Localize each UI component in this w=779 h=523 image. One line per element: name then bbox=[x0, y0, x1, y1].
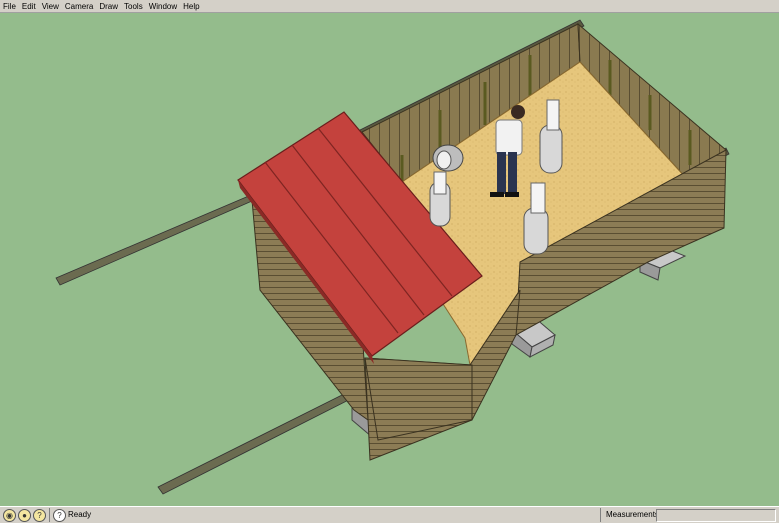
menu-file[interactable]: File bbox=[0, 2, 19, 11]
menu-bar: File Edit View Camera Draw Tools Window … bbox=[0, 0, 779, 13]
help-icon[interactable]: ? bbox=[33, 509, 46, 522]
menu-draw[interactable]: Draw bbox=[96, 2, 121, 11]
dish-object bbox=[432, 144, 464, 172]
geo-location-icon[interactable]: ◉ bbox=[3, 509, 16, 522]
menu-view[interactable]: View bbox=[39, 2, 62, 11]
menu-camera[interactable]: Camera bbox=[62, 2, 96, 11]
menu-help[interactable]: Help bbox=[180, 2, 202, 11]
instructor-icon[interactable]: ? bbox=[53, 509, 66, 522]
model-canvas[interactable] bbox=[0, 13, 779, 506]
model-viewport[interactable] bbox=[0, 13, 779, 506]
status-text: Ready bbox=[68, 510, 92, 519]
measurements-input[interactable] bbox=[656, 509, 776, 522]
status-bar: ◉ ● ? ? Ready Measurements bbox=[0, 506, 779, 523]
credits-icon[interactable]: ● bbox=[18, 509, 31, 522]
menu-tools[interactable]: Tools bbox=[121, 2, 146, 11]
measurements-label: Measurements bbox=[606, 510, 659, 519]
menu-edit[interactable]: Edit bbox=[19, 2, 39, 11]
menu-window[interactable]: Window bbox=[146, 2, 180, 11]
